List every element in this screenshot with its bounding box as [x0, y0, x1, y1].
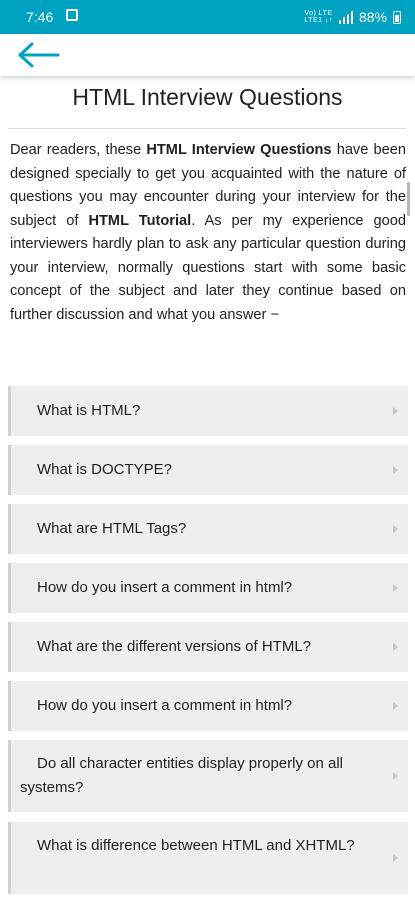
intro-text-1: Dear readers, these — [10, 142, 147, 158]
intro-bold-1: HTML Interview Questions — [146, 142, 332, 158]
intro-bold-2: HTML Tutorial — [88, 212, 192, 229]
page-title: HTML Interview Questions — [72, 84, 343, 110]
question-item[interactable]: What are HTML Tags? — [8, 504, 408, 554]
title-divider — [8, 128, 406, 129]
status-bar: 7:46 Vo) LTE LTE1 ↓↑ 88% — [0, 0, 415, 34]
intro-paragraph: Dear readers, these HTML Interview Quest… — [10, 139, 406, 327]
chevron-right-icon — [393, 702, 398, 710]
signal-strength-icon — [338, 10, 353, 24]
chevron-right-icon — [393, 407, 398, 415]
chevron-right-icon — [393, 772, 398, 780]
status-time: 7:46 — [26, 9, 54, 25]
question-text: What are the different versions of HTML? — [37, 638, 312, 655]
status-indicators: Vo) LTE LTE1 ↓↑ 88% — [304, 8, 401, 26]
sim-card-icon — [66, 9, 78, 21]
question-item[interactable]: What is DOCTYPE? — [8, 445, 408, 495]
chevron-right-icon — [393, 643, 398, 651]
chevron-right-icon — [393, 584, 398, 592]
app-bar — [0, 34, 415, 76]
chevron-right-icon — [393, 466, 398, 474]
network-type-indicator: Vo) LTE LTE1 ↓↑ — [304, 10, 333, 24]
question-item[interactable]: How do you insert a comment in html? — [8, 681, 408, 731]
question-text: Do all character entities display proper… — [20, 755, 343, 796]
battery-percentage: 88% — [358, 9, 387, 25]
question-text: What is HTML? — [37, 402, 141, 419]
question-item[interactable]: What is HTML? — [8, 386, 408, 436]
battery-icon — [393, 10, 401, 24]
question-text: What is difference between HTML and XHTM… — [37, 837, 355, 854]
intro-text-3: . As per my experience good interviewers… — [10, 212, 406, 323]
question-item[interactable]: What is difference between HTML and XHTM… — [8, 822, 408, 894]
question-item[interactable]: Do all character entities display proper… — [8, 740, 408, 812]
scrollbar-thumb[interactable] — [407, 182, 410, 216]
question-text: How do you insert a comment in html? — [37, 579, 293, 596]
question-item[interactable]: What are the different versions of HTML? — [8, 622, 408, 672]
question-item[interactable]: How do you insert a comment in html? — [8, 563, 408, 613]
arrow-left-icon — [18, 42, 60, 68]
back-button[interactable] — [14, 38, 66, 72]
chevron-right-icon — [393, 854, 398, 862]
chevron-right-icon — [393, 525, 398, 533]
question-text: How do you insert a comment in html? — [37, 697, 293, 714]
question-text: What is DOCTYPE? — [37, 461, 173, 478]
question-text: What are HTML Tags? — [37, 520, 187, 537]
